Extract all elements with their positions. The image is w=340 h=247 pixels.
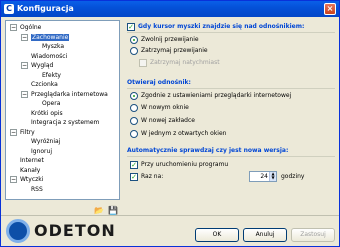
tree-item-label: Internet — [20, 157, 44, 164]
ok-button[interactable]: OK — [195, 228, 239, 242]
close-button[interactable]: × — [324, 3, 336, 15]
tree-item-label: Wtyczki — [20, 176, 44, 183]
tree-expander-icon[interactable]: − — [21, 33, 28, 41]
settings-tree[interactable]: − Ogólne − Zachowanie Myszka Wiadomości − Wyglą… — [5, 20, 120, 200]
radio-new-tab[interactable] — [130, 117, 138, 125]
tree-item-label: Ignoruj — [31, 147, 52, 155]
tree-item-label: Integracja z systemem — [31, 119, 100, 126]
radio-existing-window[interactable] — [130, 130, 138, 138]
tree-item[interactable]: Wygląd — [31, 61, 53, 70]
config-window: C Konfiguracja × − Ogólne − Zachowanie Myszk… — [0, 0, 340, 247]
tree-expander-icon[interactable]: − — [10, 128, 17, 136]
tree-item[interactable]: Kanały — [20, 166, 40, 175]
interval-unit: godziny — [281, 173, 305, 180]
radio-browser-default[interactable] — [130, 92, 138, 100]
tree-expander-icon[interactable]: − — [10, 24, 17, 31]
radio-label: Zgodnie z ustawieniami przeglądarki inte… — [141, 92, 292, 99]
tree-expander-icon[interactable]: − — [21, 90, 28, 98]
tree-item-label: Zachowanie — [31, 33, 70, 41]
divider — [127, 32, 335, 33]
radio-stop-scroll[interactable] — [130, 47, 138, 55]
apply-button[interactable]: Zastosuj — [291, 228, 335, 242]
tree-item-label: Wyróżniaj — [31, 138, 61, 145]
divider — [127, 88, 335, 89]
logo-text: ODETON — [34, 221, 116, 240]
tree-item-label: Krótki opis — [31, 109, 63, 117]
checkbox-label: Przy uruchomieniu programu — [141, 161, 229, 168]
radio-label: W jednym z otwartych okien — [141, 130, 227, 137]
app-icon: C — [4, 4, 14, 14]
tree-item[interactable]: Przeglądarka internetowa — [31, 90, 108, 99]
tree-item[interactable]: Myszka — [42, 42, 64, 51]
open-group-title: Otwieraj odnośnik: — [127, 79, 191, 86]
tree-item-label: Przeglądarka internetowa — [31, 90, 108, 98]
hover-group-title: Gdy kursor myszki znajdzie się nad odnoś… — [138, 23, 305, 30]
interval-value: 24 — [260, 173, 268, 180]
tree-item-label: Wygląd — [31, 62, 54, 69]
cancel-button[interactable]: Anuluj — [243, 228, 287, 242]
tree-item[interactable]: Efekty — [42, 71, 61, 80]
tree-item[interactable]: Wyróżniaj — [31, 137, 60, 146]
radio-slow-scroll[interactable] — [130, 36, 138, 44]
radio-label: Zwolnij przewijanie — [141, 36, 199, 43]
tree-item[interactable]: Wtyczki — [20, 175, 43, 184]
tree-item-label: Efekty — [42, 71, 61, 79]
hover-group-checkbox[interactable]: ✓ — [127, 23, 135, 31]
tree-item-label: Opera — [42, 100, 61, 107]
tree-item[interactable]: Zachowanie — [31, 33, 70, 42]
tree-item[interactable]: Wiadomości — [31, 52, 67, 61]
tree-item[interactable]: Filtry — [20, 128, 35, 137]
footer-divider — [1, 215, 339, 216]
checkbox-label: Zatrzymaj natychmiast — [150, 59, 220, 66]
stop-immediately-checkbox — [139, 59, 147, 67]
tree-item[interactable]: Opera — [42, 99, 60, 108]
tree-expander-icon[interactable]: − — [21, 62, 28, 69]
logo-mark-icon — [6, 219, 30, 243]
tree-item-label: Filtry — [20, 128, 35, 136]
tree-item-label: Czcionka — [31, 81, 58, 88]
tree-item-label: Wiadomości — [31, 52, 68, 60]
radio-label: Zatrzymaj przewijanie — [141, 47, 208, 54]
tree-item-label: Ogólne — [20, 24, 42, 31]
tree-item[interactable]: Integracja z systemem — [31, 118, 99, 127]
stepper-arrows-icon[interactable]: ▲ ▼ — [269, 172, 276, 181]
title-bar[interactable]: C Konfiguracja × — [1, 1, 339, 17]
radio-new-window[interactable] — [130, 104, 138, 112]
interval-checkbox[interactable]: ✓ — [130, 173, 138, 181]
tree-item[interactable]: Krótki opis — [31, 109, 63, 118]
tree-item-label: RSS — [31, 185, 43, 193]
radio-label: W nowej zakładce — [141, 117, 195, 124]
startup-check-checkbox[interactable]: ✓ — [130, 161, 138, 169]
tree-item-label: Myszka — [42, 43, 65, 50]
tree-item[interactable]: Ogólne — [20, 23, 41, 32]
update-group-title: Automatycznie sprawdzaj czy jest nowa we… — [127, 147, 289, 154]
radio-label: W nowym oknie — [141, 104, 189, 111]
tree-item-label: Kanały — [20, 166, 41, 174]
interval-stepper[interactable]: 24 ▲ ▼ — [249, 171, 277, 182]
tree-item[interactable]: RSS — [31, 185, 43, 194]
tree-expander-icon[interactable]: − — [10, 176, 17, 183]
window-title: Konfiguracja — [17, 4, 74, 13]
checkbox-label: Raz na: — [141, 173, 164, 180]
tree-item[interactable]: Czcionka — [31, 80, 58, 89]
tree-item[interactable]: Ignoruj — [31, 147, 52, 156]
tree-item[interactable]: Internet — [20, 156, 44, 165]
odeton-logo: ODETON — [6, 219, 124, 243]
divider — [127, 156, 335, 157]
